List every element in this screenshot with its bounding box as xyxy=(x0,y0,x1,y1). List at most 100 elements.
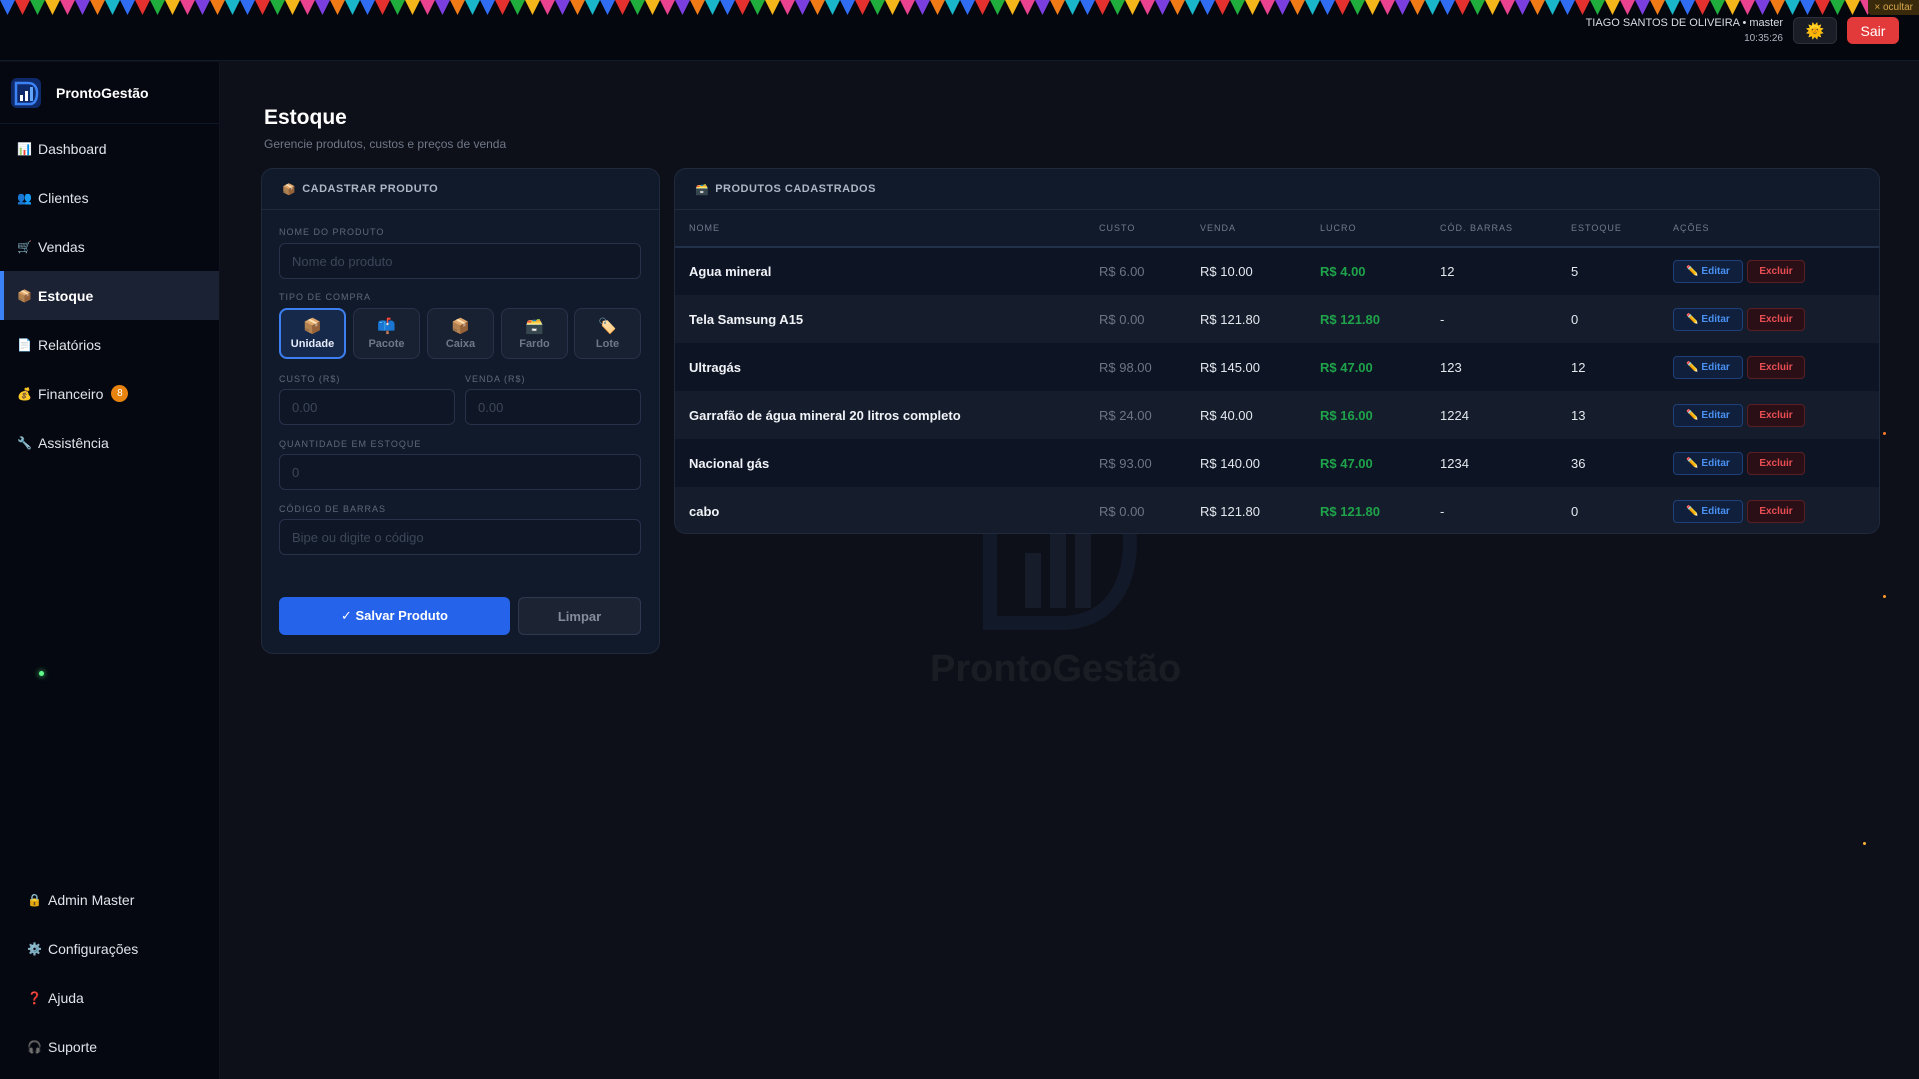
sidebar-item-label: Admin Master xyxy=(48,891,135,908)
table-header-row: NOME CUSTO VENDA LUCRO CÓD. BARRAS ESTOQ… xyxy=(675,210,1879,248)
page-subtitle: Gerencie produtos, custos e preços de ve… xyxy=(264,137,507,151)
type-label: Lote xyxy=(595,338,620,350)
card-box-icon: 🗃️ xyxy=(695,183,710,196)
product-cost: R$ 24.00 xyxy=(1099,407,1152,423)
product-stock: 5 xyxy=(1571,264,1579,279)
sidebar-item-label: Suporte xyxy=(48,1038,98,1055)
type-label: Unidade xyxy=(290,338,335,350)
field-label: CÓDIGO DE BARRAS xyxy=(279,504,387,514)
edit-button[interactable]: ✏️ Editar xyxy=(1673,403,1743,427)
purchase-type-fardo[interactable]: 🗃️ Fardo xyxy=(501,308,568,359)
products-card: 🗃️ PRODUTOS CADASTRADOS NOME CUSTO VENDA… xyxy=(674,168,1880,534)
product-name-input[interactable] xyxy=(279,243,641,279)
brand[interactable]: ProntoGestão xyxy=(0,62,219,124)
box-icon: 📦 xyxy=(303,318,322,335)
product-barcode: 123 xyxy=(1440,359,1462,375)
document-icon: 📄 xyxy=(17,337,32,352)
user-info: TIAGO SANTOS DE OLIVEIRA • master 10:35:… xyxy=(1586,16,1783,46)
table-row: Tela Samsung A15 R$ 0.00 R$ 121.80 R$ 12… xyxy=(675,295,1879,343)
sidebar-item-label: Estoque xyxy=(38,287,94,304)
product-sale: R$ 121.80 xyxy=(1200,503,1260,519)
card-box-icon: 🗃️ xyxy=(525,318,544,335)
sparkle-decoration xyxy=(1863,842,1866,845)
product-stock: 13 xyxy=(1571,407,1586,423)
clear-button[interactable]: Limpar xyxy=(518,597,641,635)
delete-button[interactable]: Excluir xyxy=(1747,260,1805,283)
table-row: Nacional gás R$ 93.00 R$ 140.00 R$ 47.00… xyxy=(675,439,1879,487)
purchase-type-lote[interactable]: 🏷️ Lote xyxy=(574,308,641,359)
edit-button[interactable]: ✏️ Editar xyxy=(1673,499,1743,523)
sidebar-item-assistencia[interactable]: 🔧 Assistência xyxy=(0,418,219,467)
sidebar-item-ajuda[interactable]: ❓ Ajuda xyxy=(0,973,220,1022)
column-header[interactable]: NOME xyxy=(675,210,1099,248)
product-name: Nacional gás xyxy=(689,455,770,471)
edit-button[interactable]: ✏️ Editar xyxy=(1673,260,1743,283)
logout-button[interactable]: Sair xyxy=(1847,17,1899,44)
product-cost: R$ 0.00 xyxy=(1099,503,1145,519)
column-header[interactable]: ESTOQUE xyxy=(1571,210,1673,248)
sidebar-item-admin-master[interactable]: 🔒 Admin Master xyxy=(0,875,220,924)
save-product-button[interactable]: ✓ Salvar Produto xyxy=(279,597,510,635)
column-header[interactable]: CÓD. BARRAS xyxy=(1440,210,1571,248)
product-name: Ultragás xyxy=(689,359,742,375)
card-header: 📦 CADASTRAR PRODUTO xyxy=(262,169,659,210)
hide-bunting-button[interactable]: × ocultar xyxy=(1868,0,1919,15)
sale-price-input[interactable] xyxy=(465,389,641,425)
sidebar-item-suporte[interactable]: 🎧 Suporte xyxy=(0,1022,220,1071)
product-barcode: 1224 xyxy=(1440,407,1469,423)
sidebar-item-dashboard[interactable]: 📊 Dashboard xyxy=(0,124,219,173)
card-title: CADASTRAR PRODUTO xyxy=(302,183,439,195)
product-profit: R$ 16.00 xyxy=(1320,407,1373,423)
sidebar-item-configuracoes[interactable]: ⚙️ Configurações xyxy=(0,924,220,973)
sidebar-item-label: Configurações xyxy=(48,940,139,957)
product-name: Tela Samsung A15 xyxy=(689,311,804,327)
barcode-input[interactable] xyxy=(279,519,641,555)
product-barcode: - xyxy=(1440,311,1445,327)
purchase-type-caixa[interactable]: 📦 Caixa xyxy=(427,308,494,359)
product-profit: R$ 47.00 xyxy=(1320,455,1373,471)
sidebar-item-vendas[interactable]: 🛒 Vendas xyxy=(0,222,219,271)
delete-button[interactable]: Excluir xyxy=(1747,499,1805,523)
product-profit: R$ 4.00 xyxy=(1320,264,1366,279)
field-label: TIPO DE COMPRA xyxy=(279,292,372,302)
edit-button[interactable]: ✏️ Editar xyxy=(1673,355,1743,379)
sidebar-item-financeiro[interactable]: 💰 Financeiro 8 xyxy=(0,369,219,418)
sidebar: ProntoGestão 📊 Dashboard 👥 Clientes 🛒 Ve… xyxy=(0,62,220,1079)
money-bag-icon: 💰 xyxy=(17,386,32,401)
notification-badge: 8 xyxy=(111,385,129,402)
gear-icon: ⚙️ xyxy=(27,941,42,956)
cost-input[interactable] xyxy=(279,389,455,425)
type-label: Fardo xyxy=(519,338,550,350)
sparkle-decoration xyxy=(1883,432,1886,435)
product-barcode: - xyxy=(1440,503,1445,519)
package-icon: 📫 xyxy=(377,318,396,335)
column-header[interactable]: CUSTO xyxy=(1099,210,1200,248)
delete-button[interactable]: Excluir xyxy=(1747,451,1805,475)
purchase-type-unidade[interactable]: 📦 Unidade xyxy=(279,308,346,359)
brand-name: ProntoGestão xyxy=(56,84,149,101)
delete-button[interactable]: Excluir xyxy=(1747,403,1805,427)
theme-toggle-button[interactable]: 🌞 xyxy=(1793,17,1837,44)
sidebar-item-clientes[interactable]: 👥 Clientes xyxy=(0,173,219,222)
edit-button[interactable]: ✏️ Editar xyxy=(1673,307,1743,331)
box-icon: 📦 xyxy=(451,318,470,335)
column-header[interactable]: LUCRO xyxy=(1320,210,1440,248)
field-label: VENDA (R$) xyxy=(465,374,526,384)
purchase-type-pacote[interactable]: 📫 Pacote xyxy=(353,308,420,359)
table-row: Garrafão de água mineral 20 litros compl… xyxy=(675,391,1879,439)
page-title: Estoque xyxy=(264,106,347,129)
sidebar-item-relatorios[interactable]: 📄 Relatórios xyxy=(0,320,219,369)
column-header: AÇÕES xyxy=(1673,210,1879,248)
product-cost: R$ 6.00 xyxy=(1099,264,1145,279)
product-stock: 36 xyxy=(1571,455,1586,471)
delete-button[interactable]: Excluir xyxy=(1747,307,1805,331)
stock-quantity-input[interactable] xyxy=(279,454,641,490)
sidebar-item-label: Financeiro xyxy=(38,385,104,402)
card-title: PRODUTOS CADASTRADOS xyxy=(715,183,876,195)
edit-button[interactable]: ✏️ Editar xyxy=(1673,451,1743,475)
product-barcode: 1234 xyxy=(1440,455,1469,471)
column-header[interactable]: VENDA xyxy=(1200,210,1320,248)
delete-button[interactable]: Excluir xyxy=(1747,355,1805,379)
product-name: cabo xyxy=(689,503,720,519)
sidebar-item-estoque[interactable]: 📦 Estoque xyxy=(0,271,219,320)
